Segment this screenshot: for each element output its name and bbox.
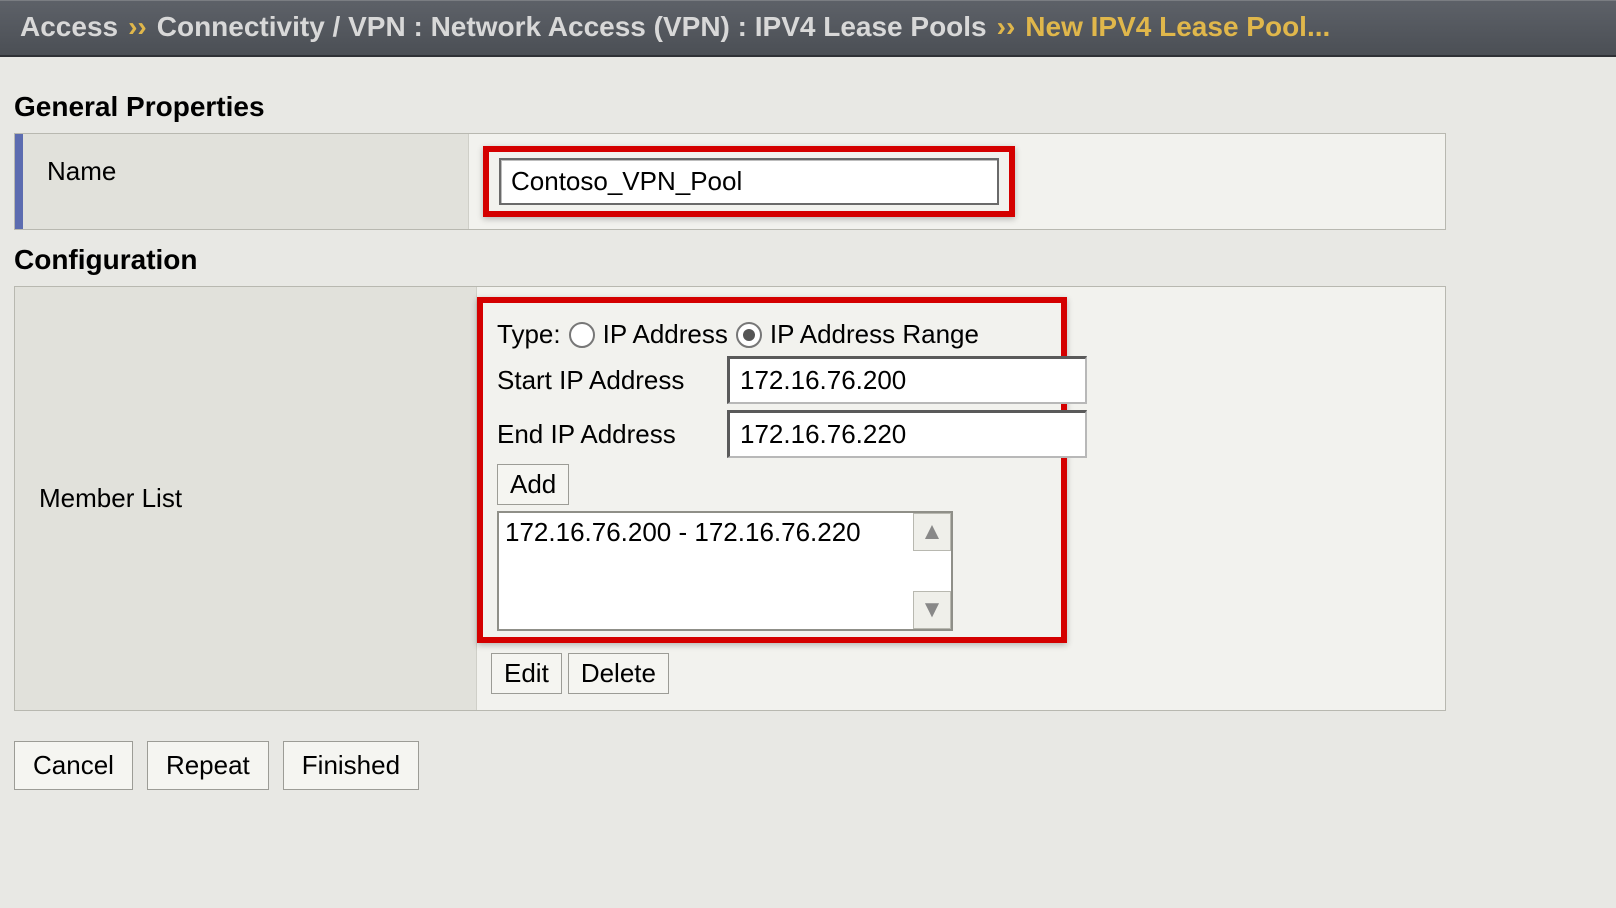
type-radio-ip-address[interactable]	[569, 322, 595, 348]
start-ip-input[interactable]	[727, 356, 1087, 404]
type-option-range-label: IP Address Range	[770, 319, 979, 350]
type-label: Type:	[497, 319, 561, 350]
type-option-ip-label: IP Address	[603, 319, 728, 350]
end-ip-input[interactable]	[727, 410, 1087, 458]
repeat-button[interactable]: Repeat	[147, 741, 269, 790]
type-radio-ip-address-range[interactable]	[736, 322, 762, 348]
breadcrumb-access[interactable]: Access	[20, 11, 118, 43]
configuration-panel: Member List Type: IP Address IP Address …	[14, 286, 1446, 711]
listbox-scrollbar: ▲ ▼	[913, 513, 951, 629]
end-ip-label: End IP Address	[497, 419, 719, 450]
finished-button[interactable]: Finished	[283, 741, 419, 790]
breadcrumb-separator-icon: ››	[128, 11, 147, 43]
edit-button[interactable]: Edit	[491, 653, 562, 694]
delete-button[interactable]: Delete	[568, 653, 669, 694]
breadcrumb-separator-icon: ››	[997, 11, 1016, 43]
name-highlight	[483, 146, 1015, 217]
cancel-button[interactable]: Cancel	[14, 741, 133, 790]
name-label: Name	[15, 134, 469, 229]
breadcrumb-pools[interactable]: Connectivity / VPN : Network Access (VPN…	[157, 11, 987, 43]
scroll-up-icon[interactable]: ▲	[913, 513, 951, 551]
member-list-label: Member List	[15, 287, 477, 710]
name-input[interactable]	[499, 158, 999, 205]
breadcrumb-current: New IPV4 Lease Pool...	[1025, 11, 1330, 43]
form-buttons: Cancel Repeat Finished	[14, 741, 1616, 790]
general-properties-panel: Name	[14, 133, 1446, 230]
general-properties-heading: General Properties	[14, 91, 1616, 123]
member-listbox-wrap: 172.16.76.200 - 172.16.76.220 ▲ ▼	[497, 511, 953, 631]
config-highlight: Type: IP Address IP Address Range Start …	[477, 297, 1067, 643]
breadcrumb: Access ›› Connectivity / VPN : Network A…	[0, 0, 1616, 57]
configuration-heading: Configuration	[14, 244, 1616, 276]
scroll-down-icon[interactable]: ▼	[913, 591, 951, 629]
member-listbox[interactable]: 172.16.76.200 - 172.16.76.220	[497, 511, 953, 631]
start-ip-label: Start IP Address	[497, 365, 719, 396]
list-item[interactable]: 172.16.76.200 - 172.16.76.220	[505, 517, 945, 548]
add-button[interactable]: Add	[497, 464, 569, 505]
